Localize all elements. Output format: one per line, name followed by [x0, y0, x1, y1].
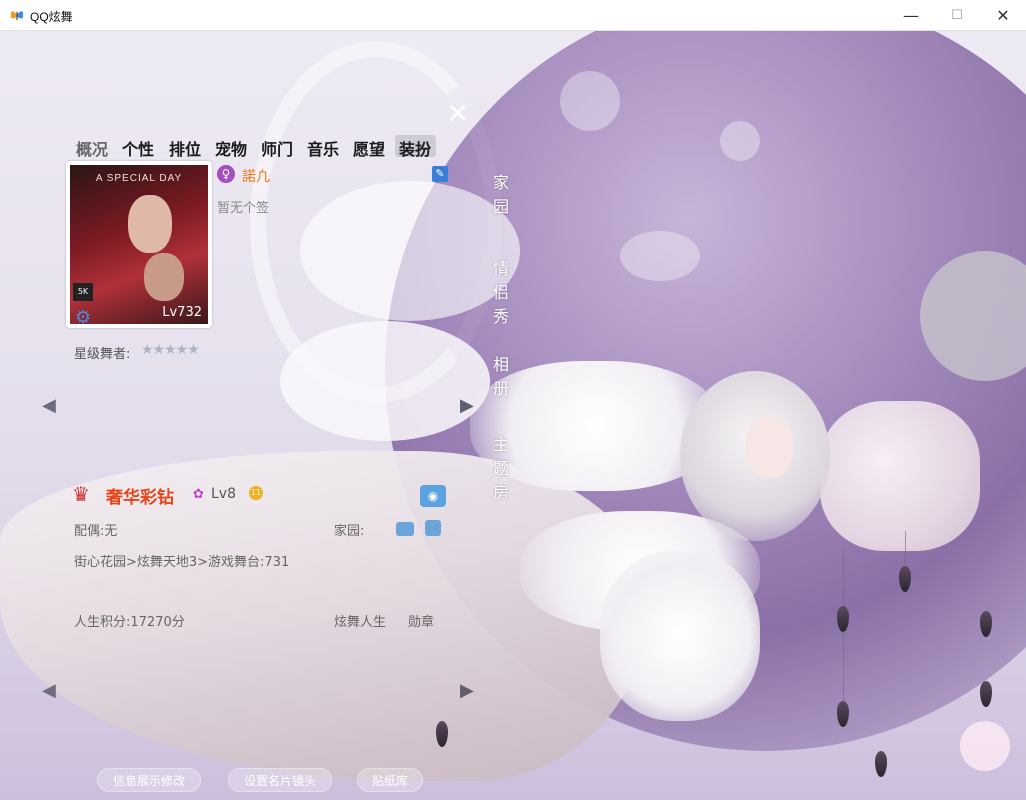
sticker-library-button[interactable]: 贴纸库 — [357, 768, 423, 792]
nav-home[interactable]: 家园 — [493, 171, 511, 219]
vip-wings-icon: ♛ — [72, 482, 90, 506]
tab-pets[interactable]: 宠物 — [215, 136, 247, 160]
location-info: 街心花园>炫舞天地3>游戏舞台:731 — [74, 555, 290, 570]
tab-wishes[interactable]: 愿望 — [353, 136, 385, 160]
nav-couple-show[interactable]: 情侣秀 — [493, 257, 511, 329]
glow-orb — [960, 721, 1010, 771]
tab-outfit[interactable]: 装扮 — [399, 136, 431, 160]
tab-personality[interactable]: 个性 — [122, 136, 154, 160]
set-card-camera-button[interactable]: 设置名片镜头 — [228, 768, 332, 792]
nav-album[interactable]: 相册 — [493, 353, 511, 401]
signature: 暂无个签 — [217, 201, 270, 216]
life-score: 人生积分:17270分 — [74, 615, 185, 630]
dancer-face — [745, 416, 793, 478]
tab-music[interactable]: 音乐 — [307, 136, 339, 160]
edit-icon[interactable]: ✎ — [432, 166, 448, 182]
camera-icon[interactable]: ◉ — [420, 485, 446, 507]
ornament-string — [843, 631, 844, 701]
message-icon[interactable] — [396, 522, 414, 536]
female-icon: ♀ — [217, 165, 235, 183]
avatar-card[interactable]: A SPECIAL DAY 5K ⚙ Lv732 — [66, 161, 212, 328]
vip-title: 奢华彩钻 — [106, 488, 174, 508]
ornament-string — [905, 531, 906, 571]
spouse-info: 配偶:无 — [74, 524, 118, 539]
next-arrow-icon[interactable]: ▶ — [460, 395, 474, 416]
app-butterfly-icon — [10, 11, 24, 20]
maximize-button[interactable]: ☐ — [934, 0, 980, 31]
hanging-ornament — [980, 681, 992, 707]
medal-link[interactable]: 勋章 — [408, 611, 434, 630]
avatar-image: A SPECIAL DAY 5K ⚙ Lv732 — [70, 165, 208, 328]
location-label: 家园: — [334, 524, 365, 539]
fur-stole — [600, 551, 760, 721]
moon-crater — [560, 71, 620, 131]
moon-crater — [620, 231, 700, 281]
moon-crater — [720, 121, 760, 161]
next-arrow-icon[interactable]: ▶ — [460, 680, 474, 701]
vip-level: Lv8 — [211, 486, 236, 502]
prev-arrow-icon[interactable]: ◀ — [42, 395, 56, 416]
hanging-ornament — [875, 751, 887, 777]
gear-icon[interactable]: ⚙ — [75, 307, 91, 328]
pillow — [820, 401, 980, 551]
star-rating: ★★★★★ — [141, 342, 200, 358]
coin-badge: 11 — [249, 486, 263, 500]
life-link[interactable]: 炫舞人生 — [334, 611, 386, 630]
edit-info-button[interactable]: 信息展示修改 — [97, 768, 201, 792]
ornament-string — [843, 551, 844, 611]
close-panel-icon[interactable]: ✕ — [446, 97, 469, 130]
gem-icon: ✿ — [193, 487, 204, 502]
close-button[interactable]: ✕ — [980, 0, 1026, 31]
window-title: QQ炫舞 — [30, 10, 73, 24]
nav-theme-room[interactable]: 主题房 — [493, 433, 511, 505]
title-bar: QQ炫舞 — ☐ ✕ — [0, 0, 1026, 31]
tab-ranking[interactable]: 排位 — [169, 136, 201, 160]
avatar-level: Lv732 — [162, 305, 202, 320]
poster-figure — [128, 195, 172, 253]
poster-title: A SPECIAL DAY — [95, 173, 183, 184]
cloud-pillow — [280, 321, 490, 441]
minimize-button[interactable]: — — [888, 0, 934, 31]
tab-mentor[interactable]: 师门 — [261, 136, 293, 160]
tab-overview[interactable]: 概况 — [76, 136, 108, 160]
nickname: 諾凢 — [242, 169, 270, 185]
prev-arrow-icon[interactable]: ◀ — [42, 680, 56, 701]
share-icon[interactable] — [425, 520, 441, 536]
poster-badge: 5K — [73, 283, 93, 301]
poster-figure — [144, 253, 184, 301]
profile-scene: 概况 个性 排位 宠物 师门 音乐 愿望 装扮 ✕ A SPECIAL DAY … — [0, 31, 1026, 800]
star-dancer-label: 星级舞者: — [74, 347, 131, 362]
cloud — [300, 181, 520, 321]
